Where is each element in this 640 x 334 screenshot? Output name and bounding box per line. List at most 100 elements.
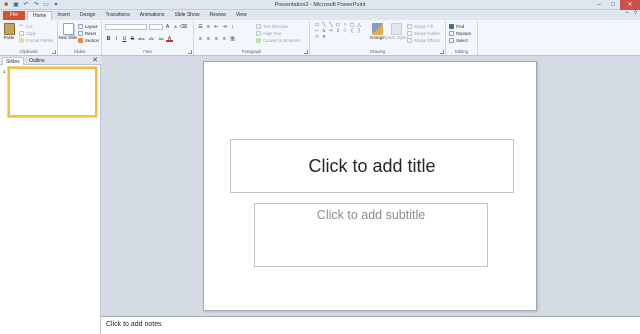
align-center-icon[interactable]: ≡ [205, 36, 212, 42]
cut-button[interactable]: ✂ Cut [19, 23, 33, 29]
cut-icon: ✂ [19, 22, 24, 29]
brace-shape-icon[interactable]: } [356, 29, 362, 34]
copy-button[interactable]: Copy [19, 30, 36, 36]
shape-fill-button[interactable]: Shape Fill [407, 23, 433, 29]
save-icon[interactable]: ▣ [12, 1, 20, 9]
tab-slides[interactable]: Slides [2, 57, 24, 65]
paragraph-group-label: Paragraph [241, 49, 262, 54]
arrow-shape-icon[interactable]: ⇨ [328, 29, 334, 34]
reset-button[interactable]: Reset [78, 30, 96, 36]
powerpoint-logo-icon[interactable]: ■ [2, 1, 10, 9]
text-direction-button[interactable]: Text Direction [256, 23, 288, 29]
tab-home[interactable]: Home [27, 11, 53, 20]
minimize-ribbon-icon[interactable]: ⌃ [625, 11, 630, 18]
quick-styles-button[interactable]: Quick Styles [384, 22, 408, 47]
minimize-button[interactable]: – [592, 0, 606, 10]
font-name-combo[interactable] [105, 24, 147, 30]
drawing-launcher-icon[interactable] [440, 50, 444, 54]
help-icon[interactable]: ? [634, 11, 637, 18]
tab-review[interactable]: Review [204, 11, 230, 20]
star-shape-icon[interactable]: ☆ [342, 29, 348, 34]
brace-shape-icon[interactable]: { [349, 29, 355, 34]
paragraph-launcher-icon[interactable] [304, 50, 308, 54]
reset-icon [78, 30, 83, 36]
customize-icon[interactable]: ▾ [52, 1, 60, 9]
justify-icon[interactable]: ≡ [221, 36, 228, 42]
shape-outline-label: Shape Outline [414, 30, 441, 36]
window-controls: – □ ✕ [592, 0, 640, 10]
increase-indent-icon[interactable]: ⇥ [221, 24, 228, 30]
clipboard-launcher-icon[interactable] [52, 50, 56, 54]
paragraph-group: ☰ ≡ ⇤ ⇥ ↕ ≡ ≡ ≡ ≡ ▥ Text Direction Align… [194, 21, 310, 55]
clipboard-group-label: Clipboard [19, 49, 38, 54]
slide-canvas[interactable]: Click to add title Click to add subtitle [203, 61, 537, 311]
shapes-gallery[interactable]: ▭ ╲ ╲ ▭ ○ ▢ △ ⌐ ↳ ⇨ ⇩ ☆ { } ✩ ▾ [314, 23, 368, 40]
select-button[interactable]: Select [449, 37, 468, 43]
new-slide-button[interactable]: New Slide [59, 22, 77, 47]
layout-button[interactable]: Layout [78, 23, 98, 29]
paste-button[interactable]: Paste [1, 22, 17, 47]
quick-styles-icon [390, 23, 402, 35]
underline-button[interactable]: U [121, 36, 128, 42]
decrease-indent-icon[interactable]: ⇤ [213, 24, 220, 30]
notes-pane[interactable]: Click to add notes [101, 316, 640, 334]
numbering-icon[interactable]: ≡ [205, 24, 212, 30]
subtitle-placeholder[interactable]: Click to add subtitle [254, 203, 488, 267]
columns-icon[interactable]: ▥ [229, 36, 236, 42]
slide-thumbnail[interactable] [8, 67, 97, 117]
ribbon-right-controls: ⌃ ? [625, 11, 637, 18]
clear-formatting-icon[interactable]: ⌫ [180, 24, 187, 30]
align-left-icon[interactable]: ≡ [197, 36, 204, 42]
arrow-shape-icon[interactable]: ⇩ [335, 29, 341, 34]
italic-button[interactable]: I [113, 36, 120, 42]
tab-view[interactable]: View [231, 11, 252, 20]
pane-close-icon[interactable]: ✕ [92, 56, 98, 65]
grow-font-button[interactable]: A [164, 24, 171, 30]
shrink-font-button[interactable]: A [172, 24, 179, 30]
convert-smartart-button[interactable]: Convert to SmartArt [256, 37, 300, 43]
shape-effects-label: Shape Effects [414, 37, 440, 43]
line-spacing-icon[interactable]: ↕ [229, 24, 236, 30]
tab-design[interactable]: Design [75, 11, 101, 20]
section-button[interactable]: Section [78, 37, 99, 43]
bullets-icon[interactable]: ☰ [197, 24, 204, 30]
tab-insert[interactable]: Insert [52, 11, 75, 20]
maximize-button[interactable]: □ [606, 0, 620, 10]
tab-slide-show[interactable]: Slide Show [169, 11, 204, 20]
align-right-icon[interactable]: ≡ [213, 36, 220, 42]
redo-icon[interactable]: ↷ [32, 1, 40, 9]
alignment-buttons: ≡ ≡ ≡ ≡ ▥ [197, 36, 236, 42]
tab-file[interactable]: File [3, 11, 25, 20]
paste-icon [3, 23, 15, 35]
character-spacing-button[interactable]: AV [147, 36, 156, 42]
font-size-combo[interactable] [149, 24, 163, 30]
title-placeholder[interactable]: Click to add title [230, 139, 514, 193]
undo-icon[interactable]: ↶ [22, 1, 30, 9]
shape-outline-button[interactable]: Shape Outline [407, 30, 441, 36]
copy-icon [19, 30, 24, 36]
more-shapes-icon[interactable]: ▾ [321, 35, 327, 40]
font-group: A A ⌫ B I U S abc AV Aa A Font [102, 21, 194, 55]
close-button[interactable]: ✕ [620, 0, 640, 10]
bold-button[interactable]: B [105, 36, 112, 42]
slides-group: New Slide Layout Reset Section Slides [58, 21, 102, 55]
star-shape-icon[interactable]: ✩ [314, 35, 320, 40]
start-slideshow-icon[interactable]: ▭ [42, 1, 50, 9]
replace-button[interactable]: Replace [449, 30, 471, 36]
text-shadow-button[interactable]: abc [137, 36, 146, 42]
ribbon-tabs: File Home Insert Design Transitions Anim… [0, 10, 640, 20]
tab-animations[interactable]: Animations [135, 11, 170, 20]
strikethrough-button[interactable]: S [129, 36, 136, 42]
font-launcher-icon[interactable] [188, 50, 192, 54]
tab-transitions[interactable]: Transitions [100, 11, 134, 20]
change-case-button[interactable]: Aa [157, 36, 165, 42]
window-title: Presentation2 - Microsoft PowerPoint [274, 2, 366, 8]
align-text-button[interactable]: Align Text [256, 30, 281, 36]
tab-outline[interactable]: Outline [26, 57, 48, 65]
binoculars-icon [449, 23, 454, 29]
shape-effects-button[interactable]: Shape Effects [407, 37, 440, 43]
find-button[interactable]: Find [449, 23, 464, 29]
font-color-button[interactable]: A [166, 36, 173, 42]
arrange-button[interactable]: Arrange [369, 22, 385, 47]
format-painter-button[interactable]: Format Painter [19, 37, 54, 43]
